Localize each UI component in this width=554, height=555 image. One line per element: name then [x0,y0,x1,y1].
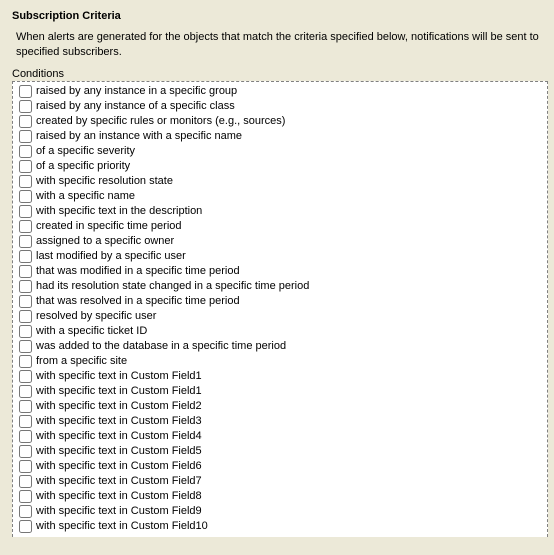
condition-checkbox[interactable] [19,490,32,503]
condition-checkbox[interactable] [19,475,32,488]
condition-label: with specific text in Custom Field3 [36,414,545,429]
condition-checkbox[interactable] [19,115,32,128]
condition-checkbox[interactable] [19,250,32,263]
condition-checkbox[interactable] [19,460,32,473]
condition-label: raised by an instance with a specific na… [36,129,545,144]
condition-label: created by specific rules or monitors (e… [36,114,545,129]
condition-row[interactable]: with specific text in Custom Field6 [17,459,545,474]
condition-label: of a specific severity [36,144,545,159]
condition-label: raised by any instance in a specific gro… [36,84,545,99]
condition-checkbox[interactable] [19,430,32,443]
conditions-list[interactable]: raised by any instance in a specific gro… [12,81,548,537]
condition-row[interactable]: with specific text in the description [17,204,545,219]
condition-row[interactable]: that was modified in a specific time per… [17,264,545,279]
condition-checkbox[interactable] [19,325,32,338]
condition-checkbox[interactable] [19,505,32,518]
page-description: When alerts are generated for the object… [12,30,542,60]
condition-label: created in specific time period [36,219,545,234]
conditions-label: Conditions [0,68,554,81]
condition-label: with specific text in Custom Field8 [36,489,545,504]
condition-label: raised by any instance of a specific cla… [36,99,545,114]
condition-checkbox[interactable] [19,445,32,458]
condition-row[interactable]: with specific text in Custom Field7 [17,474,545,489]
condition-row[interactable]: was added to the database in a specific … [17,339,545,354]
condition-label: that was modified in a specific time per… [36,264,545,279]
condition-checkbox[interactable] [19,190,32,203]
condition-checkbox[interactable] [19,175,32,188]
condition-checkbox[interactable] [19,265,32,278]
condition-checkbox[interactable] [19,340,32,353]
condition-row[interactable]: from a specific site [17,354,545,369]
condition-row[interactable]: created by specific rules or monitors (e… [17,114,545,129]
condition-label: with a specific name [36,189,545,204]
condition-row[interactable]: with specific text in Custom Field9 [17,504,545,519]
condition-checkbox[interactable] [19,160,32,173]
condition-checkbox[interactable] [19,400,32,413]
condition-row[interactable]: with specific resolution state [17,174,545,189]
condition-checkbox[interactable] [19,310,32,323]
condition-label: with a specific ticket ID [36,324,545,339]
condition-label: with specific text in Custom Field10 [36,519,545,534]
condition-checkbox[interactable] [19,385,32,398]
condition-row[interactable]: had its resolution state changed in a sp… [17,279,545,294]
header-panel: Subscription Criteria When alerts are ge… [0,0,554,68]
condition-checkbox[interactable] [19,355,32,368]
condition-row[interactable]: with specific text in Custom Field1 [17,384,545,399]
condition-label: with specific text in Custom Field5 [36,444,545,459]
condition-row[interactable]: last modified by a specific user [17,249,545,264]
condition-label: of a specific priority [36,159,545,174]
condition-row[interactable]: with specific text in Custom Field3 [17,414,545,429]
condition-checkbox[interactable] [19,220,32,233]
condition-checkbox[interactable] [19,205,32,218]
condition-label: with specific resolution state [36,174,545,189]
condition-label: with specific text in the description [36,204,545,219]
condition-row[interactable]: with specific text in Custom Field10 [17,519,545,534]
condition-checkbox[interactable] [19,100,32,113]
condition-row[interactable]: raised by an instance with a specific na… [17,129,545,144]
condition-checkbox[interactable] [19,145,32,158]
condition-label: with specific text in Custom Field2 [36,399,545,414]
condition-row[interactable]: of a specific priority [17,159,545,174]
condition-row[interactable]: with a specific ticket ID [17,324,545,339]
condition-row[interactable]: raised by any instance in a specific gro… [17,84,545,99]
condition-checkbox[interactable] [19,295,32,308]
condition-checkbox[interactable] [19,85,32,98]
condition-checkbox[interactable] [19,520,32,533]
condition-label: last modified by a specific user [36,249,545,264]
condition-label: with specific text in Custom Field7 [36,474,545,489]
condition-row[interactable]: assigned to a specific owner [17,234,545,249]
condition-row[interactable]: of a specific severity [17,144,545,159]
condition-checkbox[interactable] [19,130,32,143]
condition-label: had its resolution state changed in a sp… [36,279,545,294]
condition-row[interactable]: with specific text in Custom Field4 [17,429,545,444]
condition-row[interactable]: created in specific time period [17,219,545,234]
condition-checkbox[interactable] [19,235,32,248]
condition-row[interactable]: with specific text in Custom Field5 [17,444,545,459]
condition-row[interactable]: with a specific name [17,189,545,204]
condition-label: assigned to a specific owner [36,234,545,249]
condition-label: from a specific site [36,354,545,369]
condition-label: resolved by specific user [36,309,545,324]
condition-row[interactable]: raised by any instance of a specific cla… [17,99,545,114]
condition-label: with specific text in Custom Field4 [36,429,545,444]
condition-row[interactable]: with specific text in Custom Field8 [17,489,545,504]
condition-label: with specific text in Custom Field1 [36,384,545,399]
condition-label: with specific text in Custom Field6 [36,459,545,474]
page-title: Subscription Criteria [12,10,542,22]
condition-row[interactable]: resolved by specific user [17,309,545,324]
condition-row[interactable]: with specific text in Custom Field2 [17,399,545,414]
condition-label: was added to the database in a specific … [36,339,545,354]
condition-row[interactable]: that was resolved in a specific time per… [17,294,545,309]
condition-checkbox[interactable] [19,370,32,383]
condition-label: with specific text in Custom Field9 [36,504,545,519]
condition-label: with specific text in Custom Field1 [36,369,545,384]
condition-row[interactable]: with specific text in Custom Field1 [17,369,545,384]
condition-checkbox[interactable] [19,280,32,293]
condition-checkbox[interactable] [19,415,32,428]
condition-label: that was resolved in a specific time per… [36,294,545,309]
